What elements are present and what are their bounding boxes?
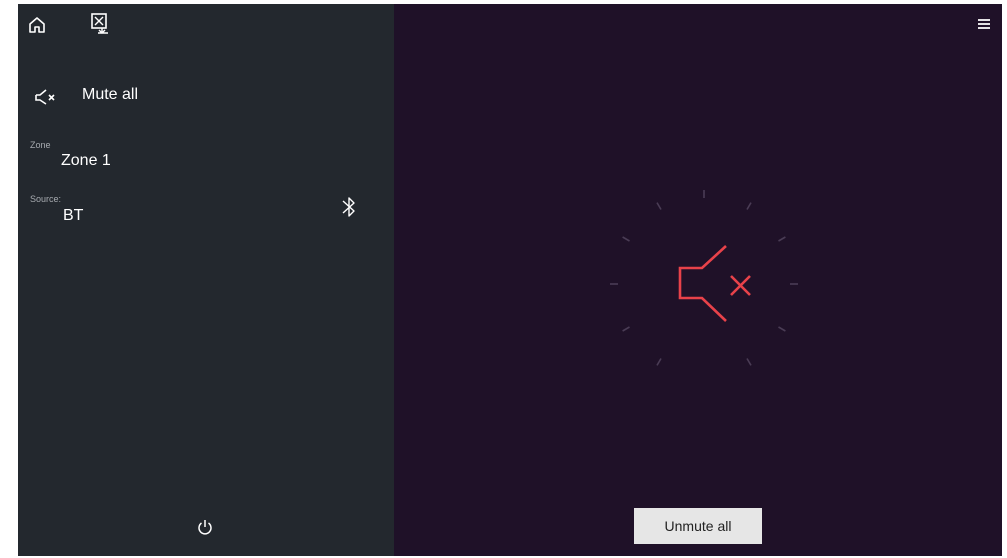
left-panel: Mute all Zone Zone 1 Source: BT — [18, 4, 394, 556]
source-label: Source: — [30, 194, 62, 204]
home-icon — [29, 17, 45, 33]
home-button[interactable] — [24, 12, 50, 38]
hamburger-menu-icon — [978, 19, 990, 29]
menu-button[interactable] — [972, 12, 996, 36]
unmute-all-button[interactable]: Unmute all — [634, 508, 762, 544]
power-button[interactable] — [192, 514, 218, 540]
volume-dial-ticks — [610, 190, 798, 366]
app-screen: Mute all Zone Zone 1 Source: BT Unmute a… — [18, 4, 1002, 556]
right-panel: Unmute all — [394, 4, 1002, 556]
mute-all-label[interactable]: Mute all — [82, 86, 138, 104]
zone-label: Zone — [30, 140, 51, 150]
speaker-muted-icon — [35, 89, 55, 105]
bluetooth-icon — [342, 197, 355, 217]
source-value[interactable]: BT — [63, 207, 83, 225]
mute-all-button[interactable] — [32, 84, 60, 110]
muted-speaker-icon — [678, 245, 751, 322]
bluetooth-button[interactable] — [336, 192, 362, 222]
screenshot-button[interactable] — [86, 9, 114, 37]
power-icon — [198, 520, 212, 535]
volume-dial — [610, 190, 798, 366]
zone-value[interactable]: Zone 1 — [61, 152, 111, 170]
screenshot-icon — [91, 13, 108, 34]
